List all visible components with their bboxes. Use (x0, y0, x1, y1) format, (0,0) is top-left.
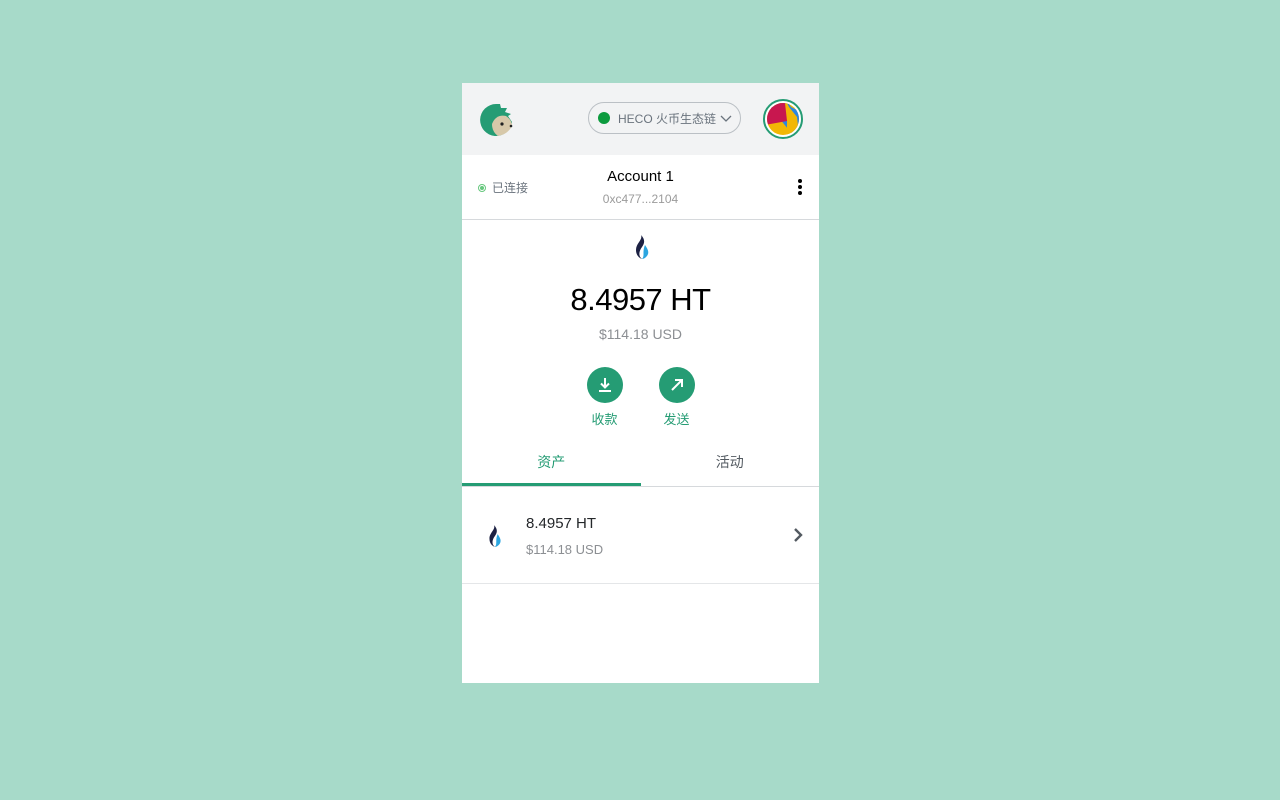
account-options-button[interactable] (796, 179, 804, 197)
wallet-popup: HECO 火币生态链 已连接 Account 1 0xc477...2104 8… (462, 83, 819, 683)
action-buttons: 收款 发送 (462, 367, 819, 428)
tab-activity[interactable]: 活动 (641, 440, 820, 486)
fiat-balance: $114.18 USD (598, 326, 682, 342)
balance-section: 8.4957 HT $114.18 USD 收款 发送 (462, 220, 819, 444)
download-icon (598, 378, 611, 392)
tab-bar: 资产 活动 (462, 440, 819, 487)
asset-list-item[interactable]: 8.4957 HT $114.18 USD (462, 487, 819, 584)
app-header: HECO 火币生态链 (462, 83, 819, 155)
huobi-token-icon (489, 525, 501, 547)
chevron-right-icon (794, 528, 803, 542)
send-circle (658, 367, 695, 403)
send-label: 发送 (663, 412, 690, 427)
token-balance: 8.4957 HT (570, 282, 711, 317)
asset-fiat: $114.18 USD (526, 542, 604, 557)
send-button[interactable]: 发送 (658, 367, 695, 428)
account-address[interactable]: 0xc477...2104 (462, 192, 819, 206)
asset-amount: 8.4957 HT (526, 515, 597, 532)
dot (798, 191, 802, 195)
network-label: HECO 火币生态链 (618, 111, 717, 126)
receive-label: 收款 (591, 412, 618, 427)
receive-circle (586, 367, 623, 403)
chevron-down-icon (720, 115, 732, 122)
huobi-token-icon (636, 235, 649, 259)
identicon-icon (767, 103, 799, 135)
account-name[interactable]: Account 1 (462, 168, 819, 185)
arrow-up-right-icon (670, 379, 683, 391)
network-selector[interactable]: HECO 火币生态链 (588, 102, 741, 134)
dot (798, 185, 802, 189)
account-avatar[interactable] (763, 99, 803, 139)
hedgehog-logo-icon[interactable] (478, 102, 514, 138)
dot (798, 179, 802, 183)
tab-assets[interactable]: 资产 (462, 440, 641, 486)
account-bar: 已连接 Account 1 0xc477...2104 (462, 155, 819, 220)
network-status-dot (598, 112, 610, 124)
receive-button[interactable]: 收款 (586, 367, 623, 428)
